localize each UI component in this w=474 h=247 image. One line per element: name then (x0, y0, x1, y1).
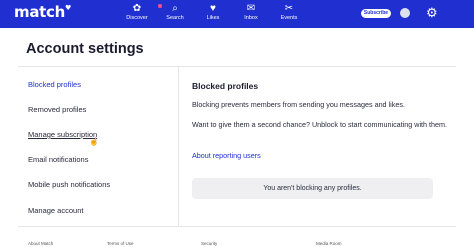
nav-inbox-label: Inbox (244, 15, 258, 21)
nav-events[interactable]: ✂ Events (270, 3, 308, 23)
footer-link-about[interactable]: About Match (28, 241, 53, 246)
nav-events-label: Events (280, 15, 298, 21)
empty-state-message: You aren't blocking any profiles. (192, 178, 433, 199)
footer-link-security[interactable]: Security (201, 241, 217, 246)
menu-item-email-notifications[interactable]: Email notifications (28, 155, 88, 164)
nav-inbox[interactable]: ✉ Inbox (232, 3, 270, 23)
subscribe-button[interactable]: Subscribe (361, 9, 391, 18)
nav-discover[interactable]: ✿ Discover (118, 3, 156, 23)
vertical-divider (178, 66, 179, 226)
second-chance-text: Want to give them a second chance? Unblo… (192, 120, 448, 129)
heart-icon: ♥ (210, 3, 216, 14)
blocking-description: Blocking prevents members from sending y… (192, 100, 405, 109)
footer-link-terms[interactable]: Terms of Use (107, 241, 134, 246)
page-title: Account settings (26, 41, 144, 57)
hand-cursor-icon: ☝ (89, 137, 99, 146)
logo-heart-icon: ♥ (65, 4, 71, 12)
section-title: Blocked profiles (192, 81, 259, 91)
menu-item-blocked-profiles[interactable]: Blocked profiles (28, 80, 81, 89)
logo-text: match (14, 3, 65, 21)
footer: About Match Terms of Use Security Media … (0, 240, 474, 247)
nav-likes-label: Likes (206, 15, 220, 21)
gear-icon[interactable]: ⚙ (426, 5, 438, 21)
nav-discover-label: Discover (126, 15, 148, 21)
divider (18, 66, 456, 67)
footer-link-media-room[interactable]: Media Room (316, 241, 342, 246)
footer-divider (18, 226, 456, 227)
match-logo[interactable]: match♥ (14, 3, 71, 21)
about-reporting-users-link[interactable]: About reporting users (192, 151, 261, 160)
menu-item-manage-account[interactable]: Manage account (28, 206, 83, 215)
notification-dot-icon (158, 4, 162, 8)
menu-item-mobile-push-notifications[interactable]: Mobile push notifications (28, 180, 110, 189)
main-nav: ✿ Discover ⌕ Search ♥ Likes ✉ Inbox ✂ Ev… (118, 3, 308, 23)
ticket-icon: ✂ (284, 3, 294, 14)
envelope-icon: ✉ (246, 3, 256, 14)
top-navigation-bar: match♥ ✿ Discover ⌕ Search ♥ Likes ✉ Inb… (0, 0, 474, 28)
discover-icon: ✿ (132, 3, 142, 14)
nav-likes[interactable]: ♥ Likes (194, 3, 232, 23)
nav-search-label: Search (166, 15, 184, 21)
avatar[interactable] (400, 8, 410, 18)
menu-item-manage-subscription[interactable]: Manage subscription (28, 130, 97, 139)
menu-item-removed-profiles[interactable]: Removed profiles (28, 105, 86, 114)
